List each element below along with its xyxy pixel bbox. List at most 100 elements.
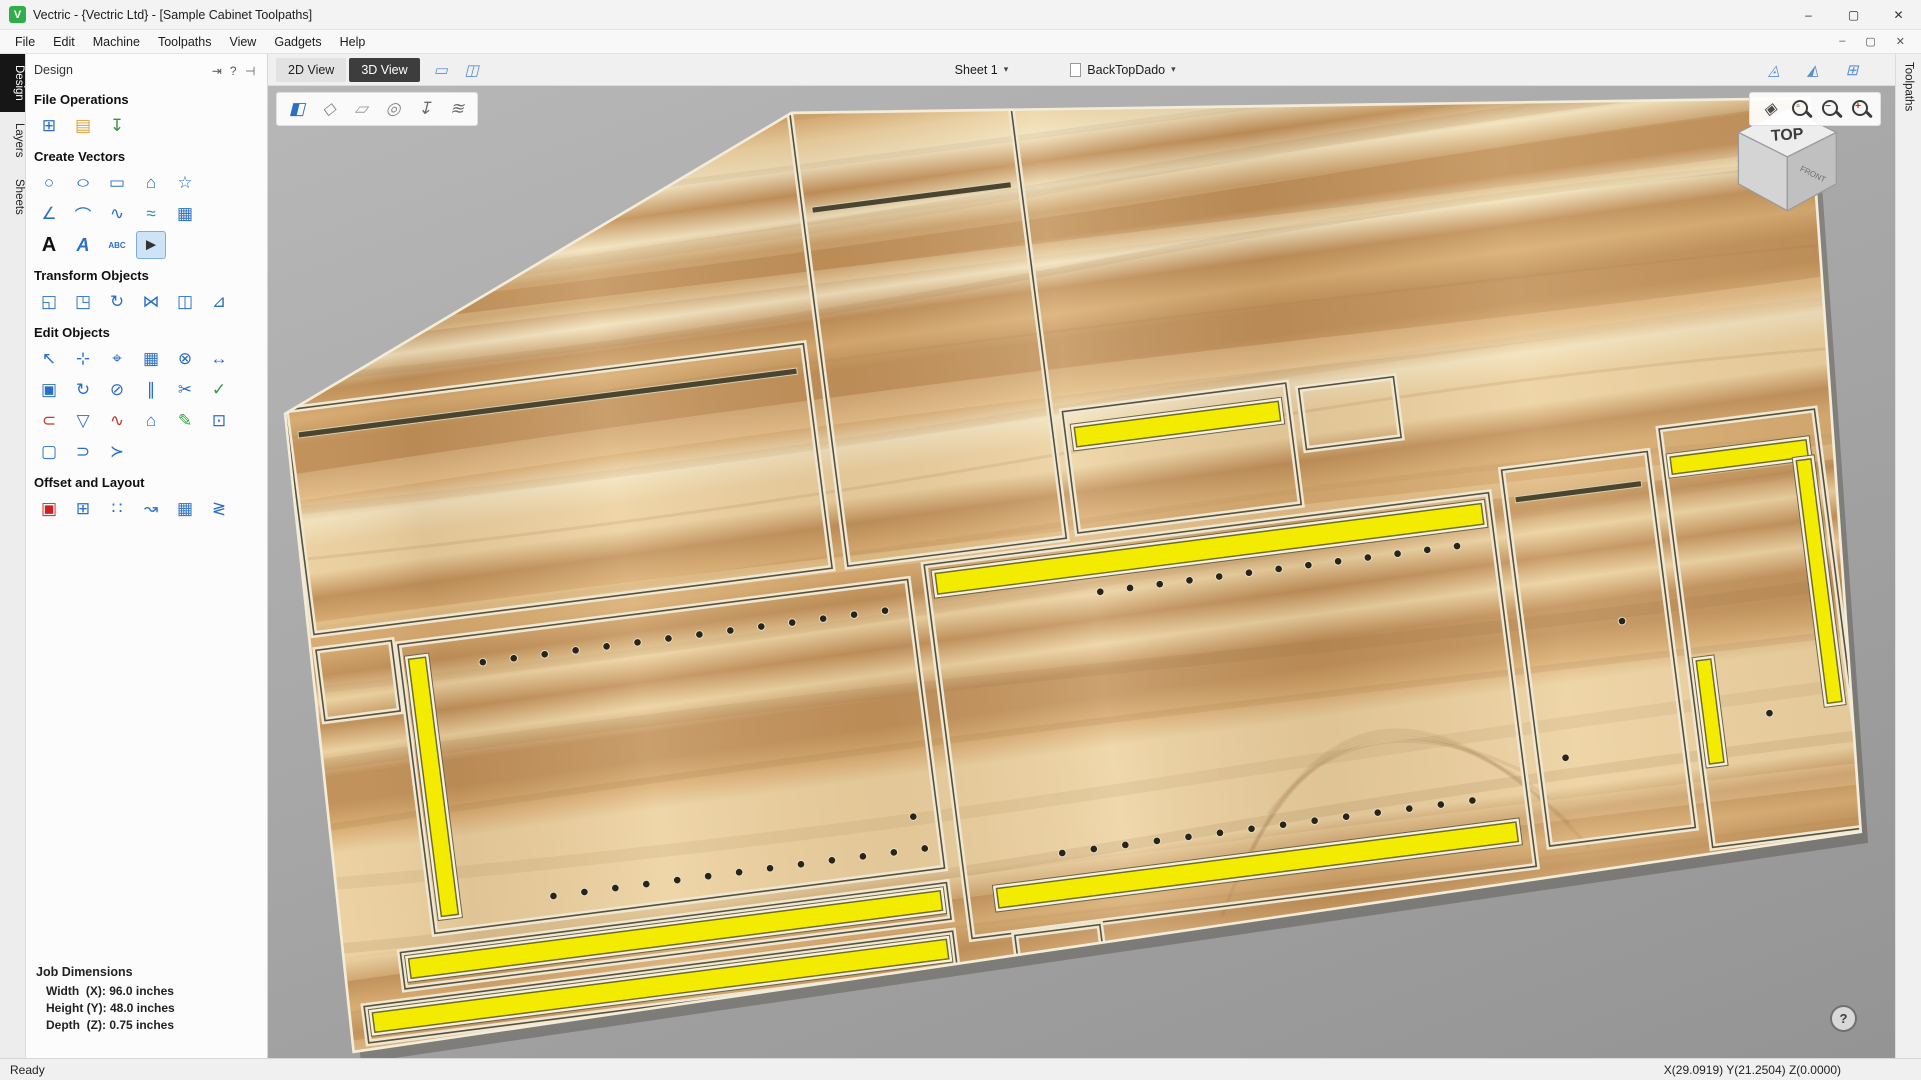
maximize-button[interactable]: ▢ <box>1831 0 1876 29</box>
join-curves-icon[interactable]: ⊃ <box>68 438 98 466</box>
zoom-window-icon[interactable]: ▫ <box>1789 97 1813 121</box>
view-cube-top-label[interactable]: TOP <box>1770 126 1804 145</box>
toolpath-preview-scene[interactable]: TOPFRONT <box>268 86 1895 1058</box>
array-copy-icon[interactable]: ⊞ <box>68 495 98 523</box>
offset-selection-icon[interactable]: ⊡ <box>204 407 234 435</box>
zoom-in-icon[interactable]: + <box>1849 97 1873 121</box>
tab-2d-view[interactable]: 2D View <box>276 58 346 82</box>
draw-polygon-icon[interactable]: ⌂ <box>136 169 166 197</box>
job-dimension-line: Width (X): 96.0 inches <box>46 984 259 998</box>
vector-texture-icon[interactable]: ≈ <box>136 200 166 228</box>
zoom-out-icon[interactable]: − <box>1819 97 1843 121</box>
zigzag-layout-icon[interactable]: ≷ <box>204 495 234 523</box>
rotate-copy-icon[interactable]: ↻ <box>68 376 98 404</box>
collapse-panel-icon[interactable]: ⇥ <box>208 64 226 78</box>
toolpaths-tab-strip: Toolpaths <box>1895 54 1921 1058</box>
toggle-2d3d-icon[interactable]: ◧ <box>284 96 310 122</box>
duplicate-icon[interactable]: ▣ <box>34 376 64 404</box>
menu-machine[interactable]: Machine <box>84 35 149 49</box>
nesting-icon[interactable]: ▦ <box>170 495 200 523</box>
draw-rectangle-icon[interactable]: ▭ <box>102 169 132 197</box>
scissors-icon[interactable]: ✂ <box>170 376 200 404</box>
move-objects-icon[interactable]: ◱ <box>34 288 64 316</box>
draw-ellipse-icon[interactable]: ○ <box>68 169 98 197</box>
import-vectors-icon[interactable]: ↧ <box>102 112 132 140</box>
draw-circle-icon[interactable]: ○ <box>34 169 64 197</box>
rotate-objects-icon[interactable]: ↻ <box>102 288 132 316</box>
shaded-plane-icon[interactable]: ◇ <box>316 96 342 122</box>
material-icon[interactable]: ◈ <box>1757 96 1783 122</box>
align-objects-icon[interactable]: ◫ <box>170 288 200 316</box>
menu-edit[interactable]: Edit <box>44 35 84 49</box>
text-on-curve-icon[interactable]: ABC <box>102 231 132 259</box>
draw-text-icon[interactable]: A <box>34 231 64 259</box>
snap-grid-icon[interactable]: ⊞ <box>1839 58 1865 82</box>
draw-arc-icon[interactable]: ⌒ <box>68 200 98 228</box>
extend-curve-icon[interactable]: ≻ <box>102 438 132 466</box>
copy-along-curve-icon[interactable]: ↝ <box>136 495 166 523</box>
hatch-preview-icon[interactable]: ≋ <box>444 96 470 122</box>
menu-help[interactable]: Help <box>331 35 375 49</box>
rounded-rect-icon[interactable]: ▢ <box>34 438 64 466</box>
section-title: File Operations <box>34 92 259 107</box>
draw-curve-icon[interactable]: ∿ <box>102 200 132 228</box>
stretch-xy-icon[interactable]: ↔ <box>204 345 234 373</box>
offset-vectors-icon[interactable]: ▣ <box>34 495 64 523</box>
close-button[interactable]: ✕ <box>1876 0 1921 29</box>
snap-guides-icon[interactable]: ◭ <box>1800 58 1826 82</box>
selected-tool-icon[interactable]: ► <box>136 231 166 259</box>
weld-vectors-icon[interactable]: ⊗ <box>170 345 200 373</box>
triangle-tool-icon[interactable]: ▽ <box>68 407 98 435</box>
single-pane-icon[interactable]: ▭ <box>428 58 454 82</box>
viewport-3d[interactable]: TOPFRONT ◧◇▱◎↧≋ ◈▫−+ ? <box>268 86 1895 1058</box>
minimize-button[interactable]: – <box>1786 0 1831 29</box>
job-setup-icon[interactable]: ⊞ <box>34 112 64 140</box>
doc-restore-button[interactable]: ▢ <box>1865 35 1875 48</box>
mirror-objects-icon[interactable]: ⋈ <box>136 288 166 316</box>
menu-bar: FileEditMachineToolpathsViewGadgetsHelp … <box>0 30 1921 54</box>
open-file-icon[interactable]: ▤ <box>68 112 98 140</box>
sidebar-tab-layers[interactable]: Layers <box>0 112 25 169</box>
tab-3d-view[interactable]: 3D View <box>349 58 419 82</box>
set-size-icon[interactable]: ◳ <box>68 288 98 316</box>
split-pane-icon[interactable]: ◫ <box>459 58 485 82</box>
snap-geometry-icon[interactable]: ◬ <box>1761 58 1787 82</box>
status-bar: Ready X(29.0919) Y(21.2504) Z(0.0000) <box>0 1058 1921 1080</box>
circular-copy-icon[interactable]: ∷ <box>102 495 132 523</box>
menu-toolpaths[interactable]: Toolpaths <box>149 35 221 49</box>
toolpath-selector[interactable]: BackTopDado ▾ <box>1070 63 1175 77</box>
draw-star-icon[interactable]: ☆ <box>170 169 200 197</box>
menu-gadgets[interactable]: Gadgets <box>265 35 330 49</box>
fillet-tool-icon[interactable]: ⊂ <box>34 407 64 435</box>
drape-toolpath-icon[interactable]: ↧ <box>412 96 438 122</box>
parallel-tool-icon[interactable]: ∥ <box>136 376 166 404</box>
text-block-icon[interactable]: A <box>68 231 98 259</box>
icon-row: ▣⊞∷↝▦≷ <box>34 495 259 523</box>
smooth-brush-icon[interactable]: ✎ <box>170 407 200 435</box>
doc-close-button[interactable]: ✕ <box>1896 35 1905 48</box>
toolpaths-tab[interactable]: Toolpaths <box>1903 62 1915 111</box>
sidebar-tab-design[interactable]: Design <box>0 54 25 112</box>
pin-icon[interactable]: ⊤ <box>243 61 257 79</box>
grid-select-icon[interactable]: ▦ <box>136 345 166 373</box>
contour-tool-icon[interactable]: ⌂ <box>136 407 166 435</box>
node-edit-icon[interactable]: ⊹ <box>68 345 98 373</box>
select-tool-icon[interactable]: ↖ <box>34 345 64 373</box>
menu-view[interactable]: View <box>220 35 265 49</box>
sheet-selector[interactable]: Sheet 1 ▾ <box>955 63 1009 77</box>
slice-vectors-icon[interactable]: ⊘ <box>102 376 132 404</box>
help-icon[interactable]: ? <box>226 64 241 78</box>
doc-minimize-button[interactable]: – <box>1839 35 1845 48</box>
job-dimension-line: Height (Y): 48.0 inches <box>46 1001 259 1015</box>
sidebar-tab-sheets[interactable]: Sheets <box>0 168 25 226</box>
validate-vectors-icon[interactable]: ✓ <box>204 376 234 404</box>
trim-vectors-icon[interactable]: ▦ <box>170 200 200 228</box>
help-button[interactable]: ? <box>1830 1005 1857 1032</box>
draw-polyline-icon[interactable]: ∠ <box>34 200 64 228</box>
distort-objects-icon[interactable]: ⊿ <box>204 288 234 316</box>
menu-file[interactable]: File <box>6 35 44 49</box>
fit-curve-icon[interactable]: ∿ <box>102 407 132 435</box>
position-point-icon[interactable]: ⌖ <box>102 345 132 373</box>
flat-plane-icon[interactable]: ▱ <box>348 96 374 122</box>
torus-view-icon[interactable]: ◎ <box>380 96 406 122</box>
